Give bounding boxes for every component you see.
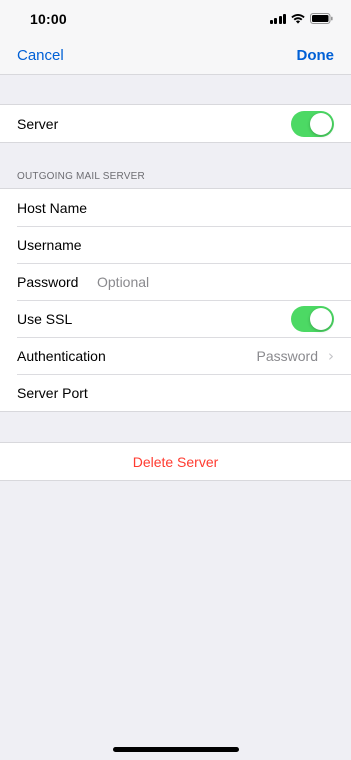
outgoing-group: Host Name Username Password Use SSL Auth…	[0, 188, 351, 412]
cancel-button[interactable]: Cancel	[17, 47, 64, 64]
use-ssl-row: Use SSL	[0, 300, 351, 337]
navigation-bar: Cancel Done	[0, 38, 351, 75]
delete-server-label: Delete Server	[132, 453, 219, 470]
authentication-label: Authentication	[17, 347, 106, 364]
server-toggle[interactable]	[291, 110, 334, 137]
authentication-row[interactable]: Authentication Password ›	[0, 337, 351, 374]
chevron-right-icon: ›	[328, 346, 334, 365]
server-port-field[interactable]	[97, 384, 297, 401]
server-group: Server	[0, 104, 351, 143]
server-row: Server	[0, 105, 351, 142]
server-port-row[interactable]: Server Port	[0, 374, 351, 411]
use-ssl-label: Use SSL	[17, 310, 73, 327]
signal-icon	[269, 13, 286, 24]
password-row[interactable]: Password	[0, 263, 351, 300]
use-ssl-toggle[interactable]	[291, 305, 334, 332]
battery-icon	[310, 13, 333, 24]
host-name-field[interactable]	[97, 199, 297, 216]
wifi-icon	[291, 13, 305, 24]
section-header-outgoing: OUTGOING MAIL SERVER	[17, 171, 145, 182]
delete-server-button[interactable]: Delete Server	[0, 443, 351, 480]
password-label: Password	[17, 273, 79, 290]
host-name-row[interactable]: Host Name	[0, 189, 351, 226]
status-time: 10:00	[30, 11, 67, 27]
username-field[interactable]	[97, 236, 297, 253]
server-label: Server	[17, 115, 59, 132]
delete-group: Delete Server	[0, 442, 351, 481]
home-indicator	[113, 747, 239, 752]
username-label: Username	[17, 236, 82, 253]
done-button[interactable]: Done	[297, 47, 335, 64]
server-port-label: Server Port	[17, 384, 88, 401]
username-row[interactable]: Username	[0, 226, 351, 263]
host-name-label: Host Name	[17, 199, 88, 216]
status-bar: 10:00	[0, 0, 351, 38]
authentication-value: Password	[256, 347, 318, 364]
password-field[interactable]	[97, 273, 297, 290]
status-icons	[269, 13, 334, 24]
